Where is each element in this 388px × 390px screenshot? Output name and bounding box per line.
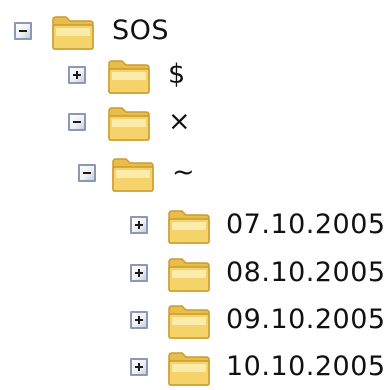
expand-toggle-icon[interactable] [130,358,148,376]
tree-node-label: 07.10.2005 [226,209,386,240]
expand-toggle-icon[interactable] [68,66,86,84]
collapse-toggle-icon[interactable] [78,164,96,182]
tree-node-label: SOS [112,15,170,46]
folder-icon [108,107,150,141]
folder-icon [168,352,210,386]
tree-node-label: 10.10.2005 [226,351,386,382]
folder-tree: SOS $ × ~ 07.10.2005 08.10.2005 09.10.20… [0,0,388,388]
tree-node-label: 09.10.2005 [226,304,386,335]
tree-node-date[interactable]: 07.10.2005 [0,204,388,248]
folder-icon [168,305,210,339]
tree-node-sos[interactable]: SOS [0,10,200,54]
tree-node-times[interactable]: × [0,101,200,145]
tree-node-date[interactable]: 08.10.2005 [0,252,388,296]
tree-node-label: $ [168,59,186,90]
folder-icon [168,210,210,244]
folder-icon [168,258,210,292]
folder-icon [112,158,154,192]
folder-icon [108,60,150,94]
tree-node-tilde[interactable]: ~ [0,152,200,196]
collapse-toggle-icon[interactable] [68,113,86,131]
tree-node-dollar[interactable]: $ [0,54,200,98]
tree-node-label: ~ [172,157,196,188]
folder-icon [52,16,94,50]
expand-toggle-icon[interactable] [130,216,148,234]
expand-toggle-icon[interactable] [130,264,148,282]
tree-node-date[interactable]: 09.10.2005 [0,299,388,343]
tree-node-label: 08.10.2005 [226,257,386,288]
tree-node-label: × [168,106,192,137]
tree-node-date[interactable]: 10.10.2005 [0,346,388,390]
collapse-toggle-icon[interactable] [14,22,32,40]
expand-toggle-icon[interactable] [130,311,148,329]
